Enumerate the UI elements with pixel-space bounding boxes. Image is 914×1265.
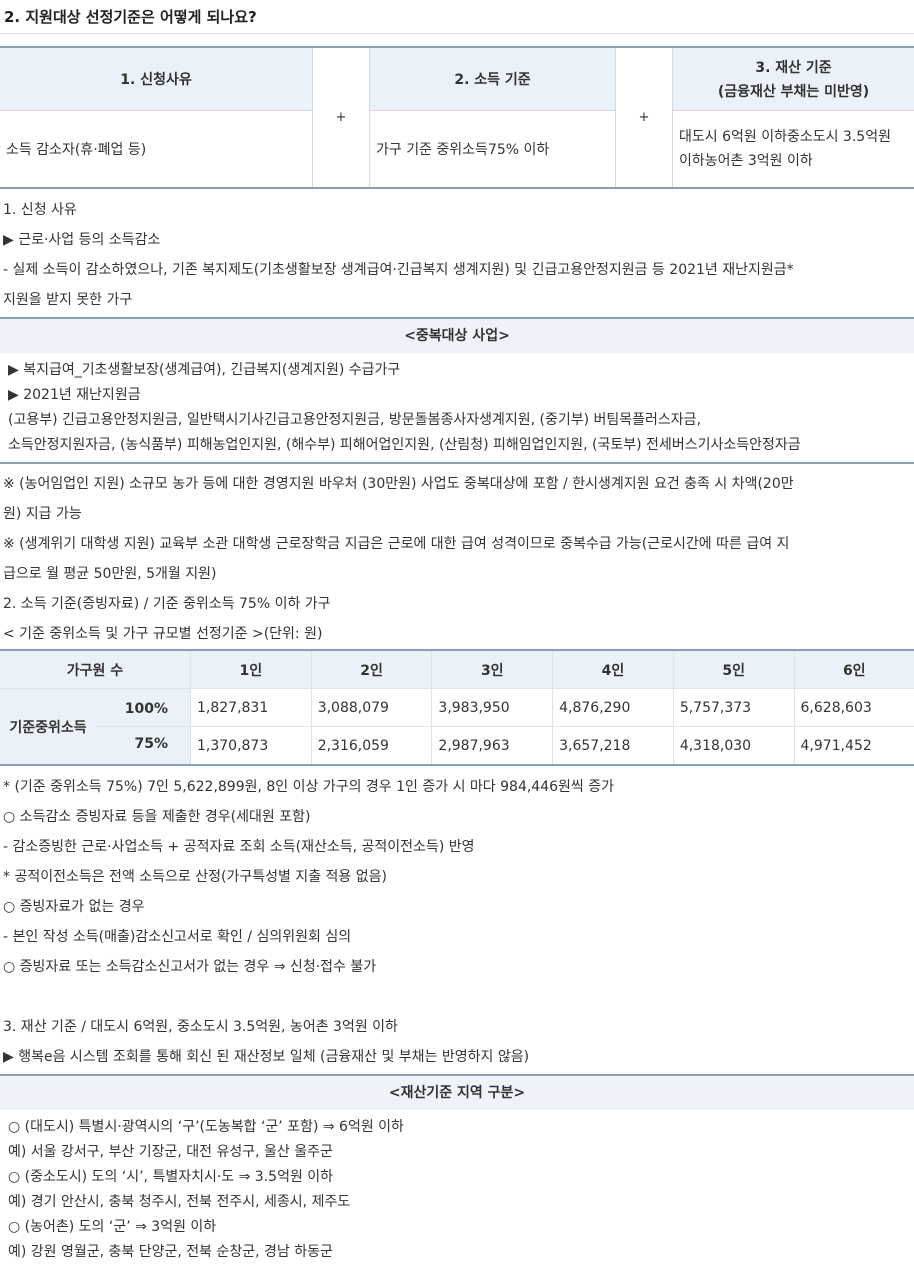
text-line: ▶ 행복e음 시스템 조회를 통해 회신 된 재산정보 일체 (금융재산 및 부…	[0, 1042, 914, 1072]
table-cell: 2,316,059	[311, 727, 432, 766]
text-line: ※ (생계위기 대학생 지원) 교육부 소관 대학생 근로장학금 지급은 근로에…	[0, 529, 914, 559]
asset-value: 대도시 6억원 이하중소도시 3.5억원 이하농어촌 3억원 이하	[673, 111, 914, 189]
table-cell: 1,370,873	[191, 727, 312, 766]
text-line: ○ 증빙자료가 없는 경우	[0, 892, 914, 922]
box-line: ○ (대도시) 특별시·광역시의 ‘구’(도농복합 ‘군’ 포함) ⇒ 6억원 …	[0, 1115, 914, 1140]
notes-section: ※ (농어임업인 지원) 소규모 농가 등에 대한 경영지원 바우처 (30만원…	[0, 469, 914, 649]
text-line: ○ 증빙자료 또는 소득감소신고서가 없는 경우 ⇒ 신청·접수 불가	[0, 952, 914, 982]
text-line: - 감소증빙한 근로·사업소득 + 공적자료 조회 소득(재산소득, 공적이전소…	[0, 832, 914, 862]
percent-label: 75%	[96, 726, 190, 762]
box-line: ▶ 2021년 재난지원금	[0, 383, 914, 408]
region-box-title: <재산기준 지역 구분>	[0, 1074, 914, 1110]
income-header: 2. 소득 기준	[370, 47, 616, 111]
income-table: 가구원 수 1인 2인 3인 4인 5인 6인 기준중위소득 100% 75% …	[0, 649, 914, 766]
box-line: ▶ 복지급여_기초생활보장(생계급여), 긴급복지(생계지원) 수급가구	[0, 358, 914, 383]
duplicate-box-title: <중복대상 사업>	[0, 317, 914, 353]
table-header-cell: 5인	[673, 650, 794, 689]
row-label-text: 기준중위소득	[0, 692, 96, 762]
box-line: 예) 경기 안산시, 충북 청주시, 전북 전주시, 세종시, 제주도	[0, 1190, 914, 1215]
text-line: 1. 신청 사유	[0, 195, 914, 225]
box-line: 예) 서울 강서구, 부산 기장군, 대전 유성구, 울산 울주군	[0, 1140, 914, 1165]
text-line: 급으로 월 평균 50만원, 5개월 지원)	[0, 559, 914, 589]
box-line: ○ (중소도시) 도의 ‘시’, 특별자치시·도 ⇒ 3.5억원 이하	[0, 1165, 914, 1190]
table-cell: 4,318,030	[673, 727, 794, 766]
table-row: 기준중위소득 100% 75% 1,827,831 3,088,079 3,98…	[0, 689, 914, 727]
asset-header: 3. 재산 기준 (금융재산 부채는 미반영)	[673, 47, 914, 111]
text-line: 원) 지급 가능	[0, 499, 914, 529]
text-line: - 본인 작성 소득(매출)감소신고서로 확인 / 심의위원회 심의	[0, 922, 914, 952]
table-cell: 1,827,831	[191, 689, 312, 727]
text-line: ○ 소득감소 증빙자료 등을 제출한 경우(세대원 포함)	[0, 802, 914, 832]
box-line: (고용부) 긴급고용안정지원금, 일반택시기사긴급고용안정지원금, 방문돌봄종사…	[0, 408, 914, 433]
table-header-row: 가구원 수 1인 2인 3인 4인 5인 6인	[0, 650, 914, 689]
box-line: ○ (농어촌) 도의 ‘군’ ⇒ 3억원 이하	[0, 1215, 914, 1240]
plus-sign: +	[616, 47, 673, 188]
table-cell: 3,088,079	[311, 689, 432, 727]
divider	[0, 458, 914, 464]
table-header-cell: 2인	[311, 650, 432, 689]
criteria-table: 1. 신청사유 + 2. 소득 기준 + 3. 재산 기준 (금융재산 부채는 …	[0, 46, 914, 189]
table-header-cell: 3인	[432, 650, 553, 689]
asset-header-note: (금융재산 부채는 미반영)	[674, 81, 913, 101]
table-header-cell: 가구원 수	[0, 650, 191, 689]
asset-header-line: 3. 재산 기준	[674, 57, 913, 77]
text-line: 지원을 받지 못한 가구	[0, 285, 914, 315]
asset-value-line: 대도시 6억원 이하중소도시 3.5억원	[679, 125, 908, 149]
duplicate-box: <중복대상 사업> ▶ 복지급여_기초생활보장(생계급여), 긴급복지(생계지원…	[0, 317, 914, 464]
row-label: 기준중위소득 100% 75%	[0, 689, 191, 766]
table-cell: 4,971,452	[794, 727, 914, 766]
box-line: 소득안정지원자금, (농식품부) 피해농업인지원, (해수부) 피해어업인지원,…	[0, 433, 914, 458]
text-line: - 실제 소득이 감소하였으나, 기존 복지제도(기초생활보장 생계급여·긴급복…	[0, 255, 914, 285]
table-cell: 3,983,950	[432, 689, 553, 727]
region-box-body: ○ (대도시) 특별시·광역시의 ‘구’(도농복합 ‘군’ 포함) ⇒ 6억원 …	[0, 1110, 914, 1265]
region-box: <재산기준 지역 구분> ○ (대도시) 특별시·광역시의 ‘구’(도농복합 ‘…	[0, 1074, 914, 1265]
asset-section: 3. 재산 기준 / 대도시 6억원, 중소도시 3.5억원, 농어촌 3억원 …	[0, 1012, 914, 1072]
table-cell: 4,876,290	[553, 689, 674, 727]
asset-value-line: 이하농어촌 3억원 이하	[679, 149, 908, 173]
percent-label: 100%	[96, 692, 190, 727]
table-cell: 6,628,603	[794, 689, 914, 727]
page: 2. 지원대상 선정기준은 어떻게 되나요? 1. 신청사유 + 2. 소득 기…	[0, 0, 914, 1265]
text-line: ▶ 근로·사업 등의 소득감소	[0, 225, 914, 255]
text-line: ※ (농어임업인 지원) 소규모 농가 등에 대한 경영지원 바우처 (30만원…	[0, 469, 914, 499]
box-line: 예) 강원 영월군, 충북 단양군, 전북 순창군, 경남 하동군	[0, 1240, 914, 1265]
text-line: * 공적이전소득은 전액 소득으로 산정(가구특성별 지출 적용 없음)	[0, 862, 914, 892]
text-line: * (기준 중위소득 75%) 7인 5,622,899원, 8인 이상 가구의…	[0, 772, 914, 802]
duplicate-box-body: ▶ 복지급여_기초생활보장(생계급여), 긴급복지(생계지원) 수급가구 ▶ 2…	[0, 353, 914, 458]
table-header-cell: 4인	[553, 650, 674, 689]
table-cell: 2,987,963	[432, 727, 553, 766]
plus-sign: +	[313, 47, 370, 188]
reason-value: 소득 감소자(휴·폐업 등)	[0, 111, 313, 189]
reason-header: 1. 신청사유	[0, 47, 313, 111]
text-line: 2. 소득 기준(증빙자료) / 기준 중위소득 75% 이하 가구	[0, 589, 914, 619]
text-line: 3. 재산 기준 / 대도시 6억원, 중소도시 3.5억원, 농어촌 3억원 …	[0, 1012, 914, 1042]
text-line: < 기준 중위소득 및 가구 규모별 선정기준 >(단위: 원)	[0, 619, 914, 649]
table-header-cell: 1인	[191, 650, 312, 689]
reason-section: 1. 신청 사유 ▶ 근로·사업 등의 소득감소 - 실제 소득이 감소하였으나…	[0, 195, 914, 315]
table-cell: 3,657,218	[553, 727, 674, 766]
section-title: 2. 지원대상 선정기준은 어떻게 되나요?	[0, 0, 914, 34]
after-table-section: * (기준 중위소득 75%) 7인 5,622,899원, 8인 이상 가구의…	[0, 772, 914, 982]
table-cell: 5,757,373	[673, 689, 794, 727]
income-value: 가구 기준 중위소득75% 이하	[370, 111, 616, 189]
table-header-cell: 6인	[794, 650, 914, 689]
